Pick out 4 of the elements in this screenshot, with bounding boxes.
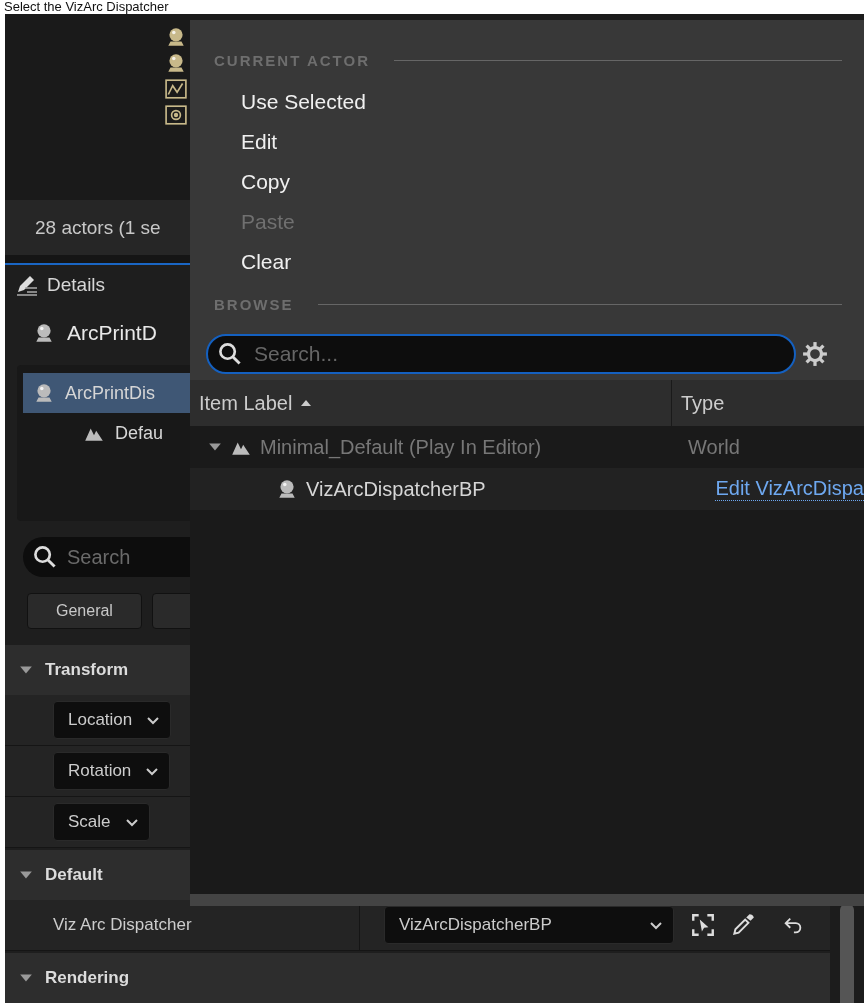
caption: Select the VizArc Dispatcher — [4, 0, 169, 14]
actor-count: 28 actors (1 se — [35, 216, 161, 239]
actor-name: ArcPrintD — [67, 321, 157, 345]
item-type: World — [688, 435, 740, 459]
